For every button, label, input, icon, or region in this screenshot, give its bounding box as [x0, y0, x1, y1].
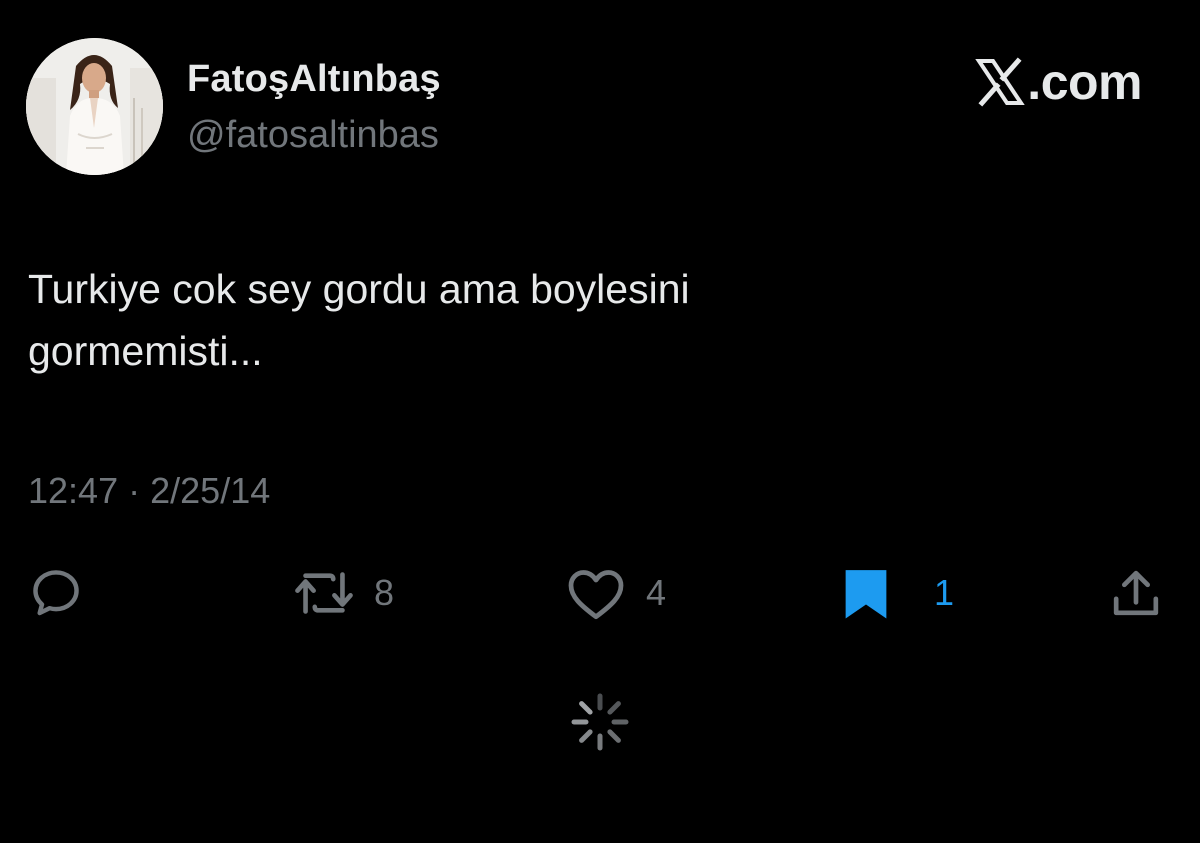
loading-spinner-icon	[571, 693, 629, 751]
profile-photo	[26, 38, 163, 175]
display-name[interactable]: FatoşAltınbaş	[187, 58, 441, 101]
retweet-count: 8	[374, 572, 395, 613]
retweet-button[interactable]: 8	[294, 565, 394, 621]
brand-text: .com	[1027, 54, 1142, 110]
tweet-time: 12:47	[28, 470, 119, 511]
tweet-text-line: Turkiye cok sey gordu ama boylesini	[28, 266, 690, 312]
reply-icon	[33, 570, 79, 616]
tweet-text-line: gormemisti...	[28, 328, 263, 374]
user-handle[interactable]: @fatosaltinbas	[187, 114, 439, 157]
reply-button[interactable]	[28, 565, 84, 621]
tweet-timestamp[interactable]: 12:47 · 2/25/14	[28, 470, 270, 512]
tweet-text: Turkiye cok sey gordu ama boylesini gorm…	[28, 258, 1128, 382]
loading-spinner	[568, 690, 632, 754]
tweet-date: 2/25/14	[150, 470, 271, 511]
bookmark-count: 1	[934, 572, 955, 613]
timestamp-separator: ·	[128, 470, 141, 511]
retweet-icon	[295, 572, 353, 614]
brand-watermark: .com	[975, 52, 1142, 112]
share-button[interactable]	[1108, 565, 1164, 621]
like-button[interactable]: 4	[566, 565, 666, 621]
share-icon	[1113, 570, 1159, 616]
bookmark-filled-icon	[845, 570, 887, 619]
heart-icon	[568, 570, 624, 620]
bookmark-button[interactable]: 1	[840, 565, 954, 621]
x-logo-icon	[975, 57, 1026, 107]
like-count: 4	[646, 572, 667, 613]
avatar[interactable]	[26, 38, 163, 175]
